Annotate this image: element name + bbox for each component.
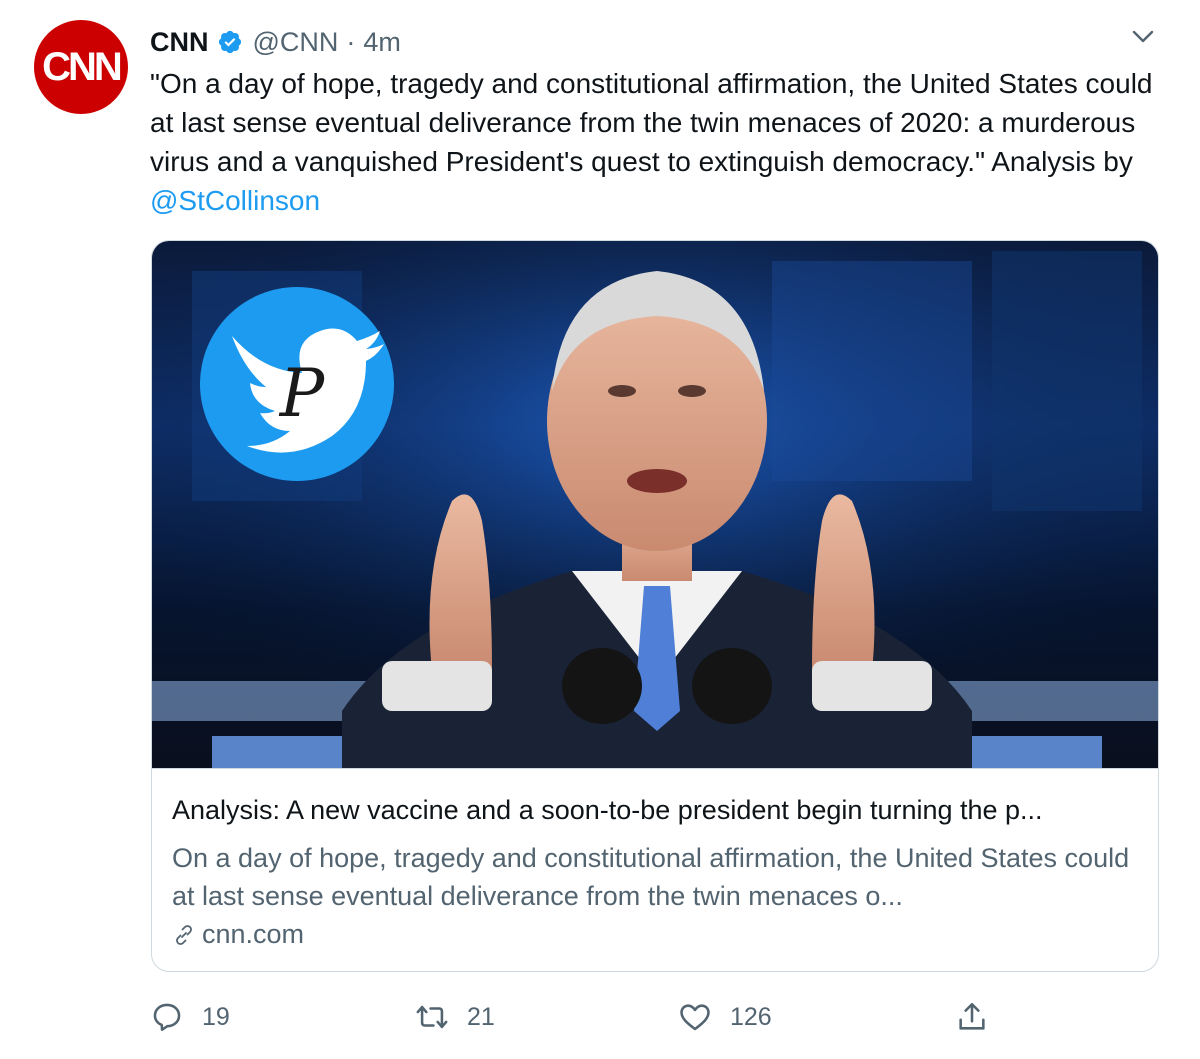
tweet-header: CNN @CNN · 4m <box>150 22 401 62</box>
action-bar: 19 21 126 <box>150 992 1160 1042</box>
watermark-letter: P <box>279 355 326 432</box>
author-name[interactable]: CNN <box>150 27 209 58</box>
mention-link[interactable]: @StCollinson <box>150 185 320 216</box>
card-description: On a day of hope, tragedy and constituti… <box>172 843 1130 911</box>
reply-button[interactable]: 19 <box>150 992 230 1042</box>
share-button[interactable] <box>955 992 989 1042</box>
reply-icon <box>153 1003 181 1032</box>
header-separator: · <box>346 26 356 57</box>
verified-badge-icon <box>218 30 241 54</box>
tweet[interactable]: CNN CNN @CNN · 4m "On a day of hope, tra… <box>0 0 1200 1059</box>
tweet-text: "On a day of hope, tragedy and constitut… <box>150 64 1160 220</box>
retweet-icon <box>416 1005 448 1029</box>
card-domain[interactable]: cnn.com <box>172 919 304 950</box>
card-domain-text: cnn.com <box>202 919 305 949</box>
like-button[interactable]: 126 <box>678 992 772 1042</box>
link-icon <box>176 924 192 945</box>
card-title[interactable]: Analysis: A new vaccine and a soon-to-be… <box>172 795 1138 826</box>
tweet-text-content: "On a day of hope, tragedy and constitut… <box>150 68 1161 177</box>
share-icon <box>959 1002 985 1030</box>
author-handle[interactable]: @CNN <box>253 27 339 58</box>
chevron-down-icon[interactable] <box>1130 26 1156 46</box>
reply-count: 19 <box>202 1002 230 1031</box>
like-count: 126 <box>730 1002 772 1031</box>
like-icon <box>680 1004 710 1031</box>
retweet-count: 21 <box>467 1002 495 1031</box>
link-preview-card[interactable]: P Analysis: A new vaccine and a soon-to-… <box>151 240 1159 972</box>
retweet-button[interactable]: 21 <box>415 992 495 1042</box>
avatar[interactable]: CNN <box>34 20 128 114</box>
avatar-logo-text: CNN <box>42 44 123 89</box>
tweet-timestamp[interactable]: 4m <box>363 27 401 58</box>
card-image[interactable]: P <box>152 241 1158 768</box>
card-info[interactable]: Analysis: A new vaccine and a soon-to-be… <box>152 768 1158 971</box>
card-photo: P <box>152 241 1158 768</box>
